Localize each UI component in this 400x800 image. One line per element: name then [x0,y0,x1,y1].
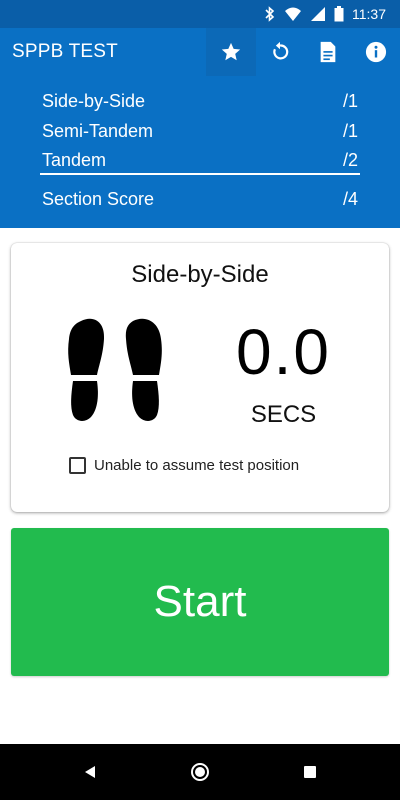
unable-position-checkbox-row[interactable]: Unable to assume test position [69,457,299,474]
recents-button[interactable] [296,758,324,786]
unable-position-checkbox[interactable] [69,457,86,474]
document-icon [320,41,336,63]
favorite-button[interactable] [206,28,256,76]
section-score-label: Section Score [42,189,155,209]
wifi-icon [284,6,302,22]
timer-unit: SECS [250,401,317,428]
start-button[interactable]: Start [11,528,389,676]
section-score-row: Section Score /4 [42,189,358,210]
document-button[interactable] [304,28,352,76]
back-button[interactable] [76,758,104,786]
score-value: /2 [342,150,358,170]
star-icon [221,42,241,61]
test-card: Side-by-Side 0.0 SECS Unable to assume t… [11,243,389,512]
reset-button[interactable] [256,28,304,76]
score-row-semi-tandem: Semi-Tandem /1 [42,121,358,142]
checkbox-label: Unable to assume test position [94,457,300,474]
nav-bar [0,744,400,800]
app-bar: SPPB TEST [0,28,400,76]
section-score-value: /4 [342,189,358,209]
footprints-icon [67,315,163,425]
timer-value: 0.0 [236,316,331,388]
score-panel: Side-by-Side /1 Semi-Tandem /1 Tandem /2… [0,76,400,228]
test-title: Side-by-Side [131,261,269,288]
back-icon [85,766,95,778]
score-label: Tandem [42,150,107,170]
info-button[interactable] [352,28,400,76]
bluetooth-icon [264,6,276,22]
score-label: Semi-Tandem [42,121,154,141]
app-actions [206,28,400,76]
home-button[interactable] [186,758,214,786]
score-divider [40,173,360,175]
score-label: Side-by-Side [42,91,146,111]
score-value: /1 [342,91,358,111]
signal-icon [310,6,326,22]
reset-icon [273,41,289,60]
score-row-tandem: Tandem /2 [42,150,358,171]
status-bar: 11:37 [0,0,400,28]
battery-icon [334,6,344,22]
score-row-side-by-side: Side-by-Side /1 [42,91,358,112]
info-icon [365,41,387,63]
app-title: SPPB TEST [12,41,118,62]
status-time: 11:37 [352,6,386,22]
recents-icon [304,766,316,778]
home-icon [191,763,209,781]
score-value: /1 [342,121,358,141]
